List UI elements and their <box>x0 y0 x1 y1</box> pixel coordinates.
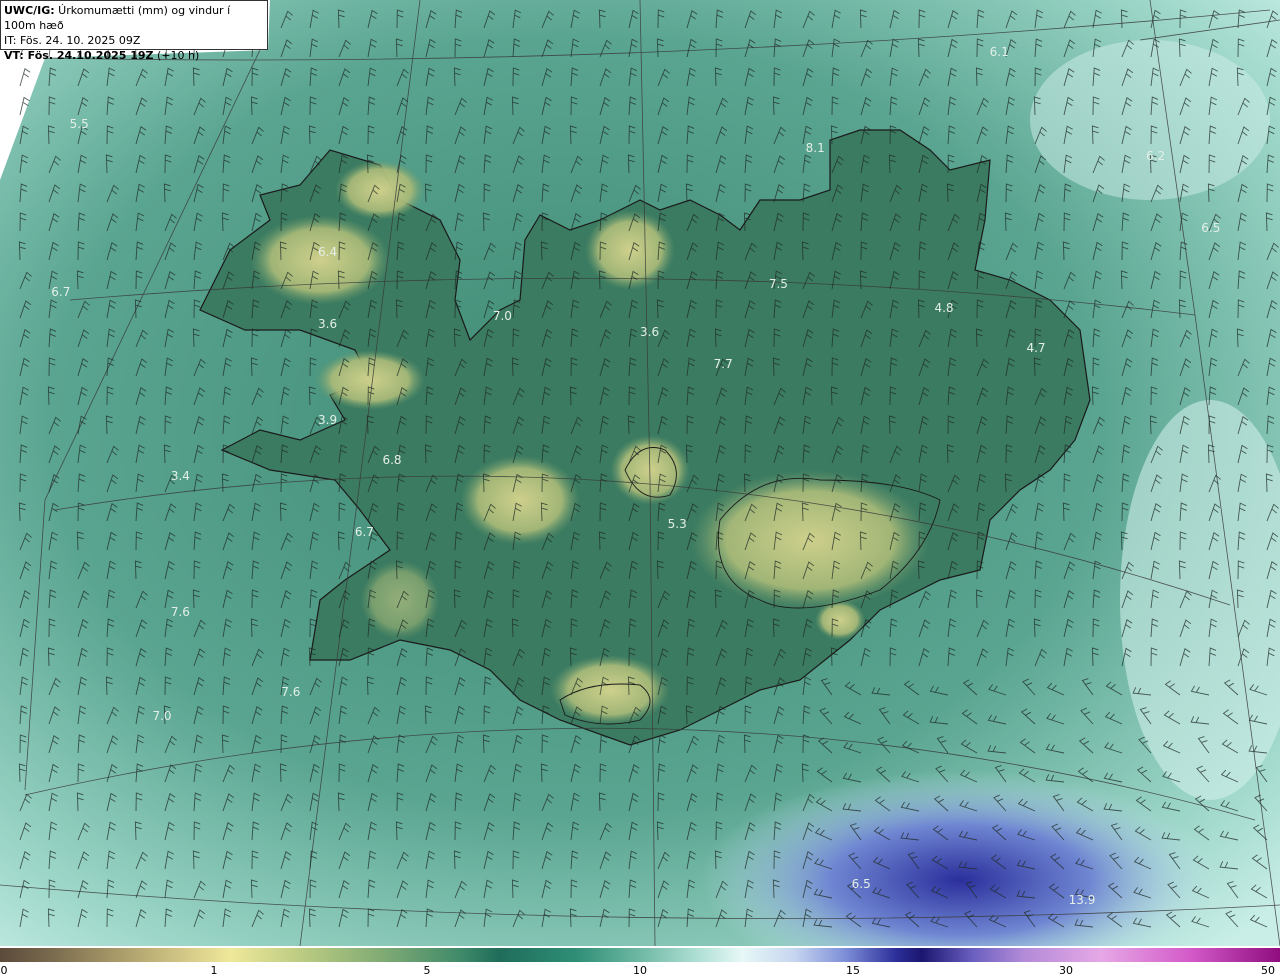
value-label: 6.2 <box>1146 149 1165 163</box>
value-label: 8.1 <box>806 141 825 155</box>
value-label: 5.5 <box>70 117 89 131</box>
title-line: UWC/IG: Úrkomumætti (mm) og vindur í 100… <box>4 4 231 32</box>
value-label: 6.8 <box>382 453 401 467</box>
value-label: 7.7 <box>714 357 733 371</box>
value-label: 4.7 <box>1026 341 1045 355</box>
value-label: 7.5 <box>769 277 788 291</box>
value-label: 7.6 <box>171 605 190 619</box>
value-label: 7.6 <box>281 685 300 699</box>
value-label: 5.3 <box>668 517 687 531</box>
value-label: 6.7 <box>51 285 70 299</box>
colorbar-tick: 0 <box>0 964 8 977</box>
value-label: 6.7 <box>355 525 374 539</box>
colorbar-tick: 5 <box>423 964 431 977</box>
issue-time: IT: Fös. 24. 10. 2025 09Z <box>4 34 141 47</box>
colorbar-tick: 15 <box>846 964 860 977</box>
colorbar: 0 1 5 10 15 30 50 <box>0 946 1280 978</box>
value-label: 3.9 <box>318 413 337 427</box>
colorbar-tick: 10 <box>633 964 647 977</box>
weather-map: 6.1 5.5 6.2 6.5 8.1 6.4 6.7 3.6 7.0 3.6 7.5 4.8 4.7 7… <box>0 0 1280 946</box>
colorbar-strip <box>0 948 1280 962</box>
colorbar-tick: 30 <box>1059 964 1073 977</box>
value-label: 6.5 <box>852 877 871 891</box>
colorbar-tick: 50 <box>1261 964 1275 977</box>
colorbar-tick: 1 <box>210 964 218 977</box>
value-label: 7.0 <box>152 709 171 723</box>
value-label: 13.9 <box>1069 893 1096 907</box>
value-label: 4.8 <box>934 301 953 315</box>
value-label: 3.6 <box>640 325 659 339</box>
value-label: 7.0 <box>493 309 512 323</box>
value-label: 3.6 <box>318 317 337 331</box>
value-label: 3.4 <box>171 469 190 483</box>
value-label: 6.4 <box>318 245 337 259</box>
light-area-ne <box>1030 40 1270 200</box>
valid-time: VT: Fös. 24.10.2025 19Z (+10 h) <box>4 49 200 62</box>
value-label: 6.5 <box>1201 221 1220 235</box>
value-label: 6.1 <box>990 45 1009 59</box>
map-header: UWC/IG: Úrkomumætti (mm) og vindur í 100… <box>0 0 268 62</box>
